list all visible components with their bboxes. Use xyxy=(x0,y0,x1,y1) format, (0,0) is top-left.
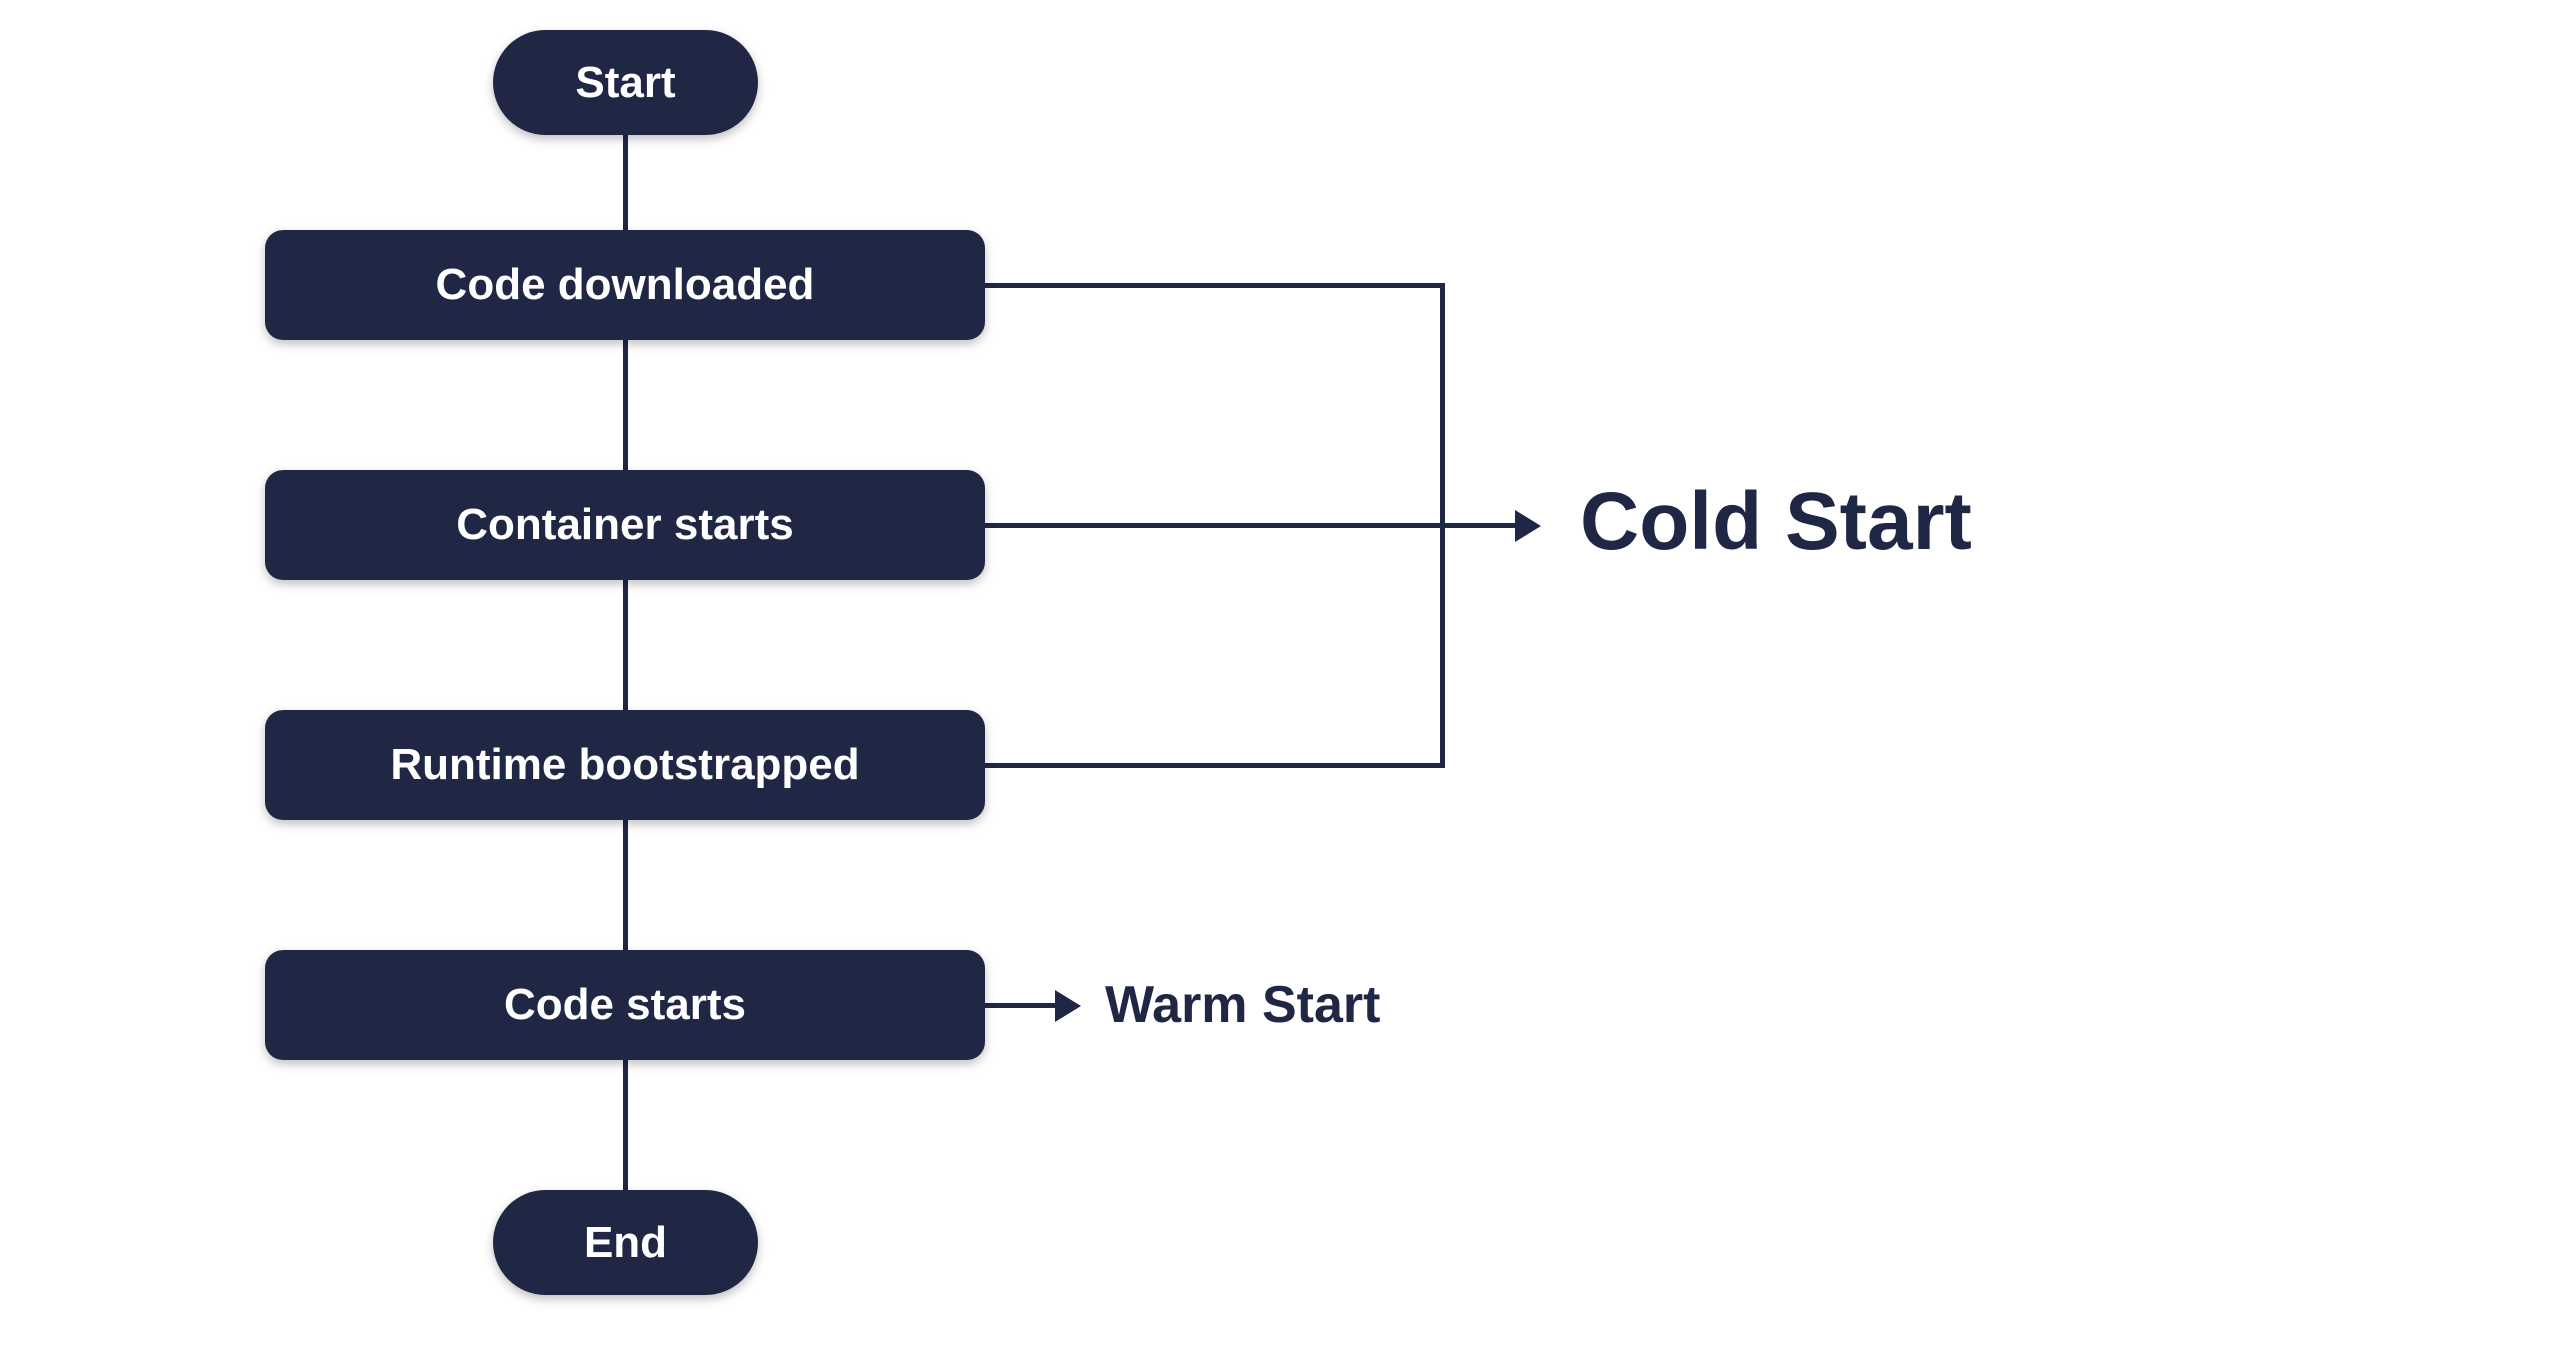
cold-brace-h3 xyxy=(985,763,1445,768)
node-code-downloaded: Code downloaded xyxy=(265,230,985,340)
node-end-label: End xyxy=(584,1218,667,1268)
warm-arrowhead xyxy=(1055,990,1081,1022)
cold-brace-arrowhead xyxy=(1515,510,1541,542)
cold-brace-arrow-h xyxy=(985,523,1520,528)
label-warm-start: Warm Start xyxy=(1105,975,1380,1035)
node-runtime-bootstrapped-label: Runtime bootstrapped xyxy=(390,740,859,790)
label-cold-start: Cold Start xyxy=(1580,475,1972,569)
node-start: Start xyxy=(493,30,758,135)
node-container-starts-label: Container starts xyxy=(456,500,793,550)
connector-start-step1 xyxy=(623,135,628,230)
connector-step2-step3 xyxy=(623,580,628,710)
flowchart-canvas: Start Code downloaded Container starts R… xyxy=(0,0,2560,1363)
node-container-starts: Container starts xyxy=(265,470,985,580)
node-runtime-bootstrapped: Runtime bootstrapped xyxy=(265,710,985,820)
cold-brace-h1 xyxy=(985,283,1445,288)
connector-step3-step4 xyxy=(623,820,628,950)
node-end: End xyxy=(493,1190,758,1295)
node-code-starts: Code starts xyxy=(265,950,985,1060)
connector-step4-end xyxy=(623,1060,628,1190)
node-code-downloaded-label: Code downloaded xyxy=(436,260,815,310)
connector-step1-step2 xyxy=(623,340,628,470)
node-start-label: Start xyxy=(575,58,675,108)
warm-arrow-h xyxy=(985,1003,1060,1008)
node-code-starts-label: Code starts xyxy=(504,980,746,1030)
